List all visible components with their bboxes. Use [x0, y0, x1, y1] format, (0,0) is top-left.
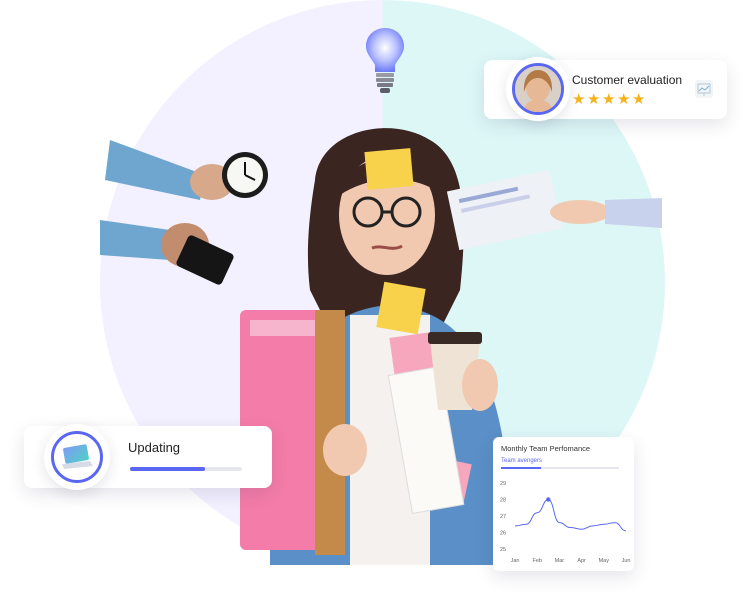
line-chart: 25 26 27 28 29 Jan Feb Mar Apr May Jun [500, 481, 631, 564]
avatar-ring [506, 57, 570, 121]
y-tick-label: 26 [500, 531, 506, 537]
star-icon: ★ [587, 91, 601, 108]
customer-evaluation-card: Customer evaluation ★ ★ ★ ★ ★ [484, 57, 727, 121]
y-tick-label: 28 [500, 498, 506, 504]
y-tick-label: 29 [500, 481, 506, 487]
hero-illustration: Customer evaluation ★ ★ ★ ★ ★ Updating M… [0, 0, 748, 596]
updating-title: Updating [128, 440, 181, 455]
highlight-point [546, 497, 551, 502]
progress-bar [130, 467, 242, 471]
x-tick-label: Mar [555, 558, 565, 564]
star-icon: ★ [602, 91, 616, 108]
y-tick-label: 25 [500, 547, 506, 553]
x-tick-label: Feb [532, 558, 541, 564]
series-line [514, 498, 627, 532]
lightbulb-icon [366, 28, 404, 93]
star-icon: ★ [617, 91, 631, 108]
x-tick-label: Jun [622, 558, 631, 564]
x-tick-label: Apr [577, 558, 586, 564]
customer-evaluation-title: Customer evaluation [572, 73, 683, 87]
x-tick-label: Jan [511, 558, 520, 564]
x-tick-label: May [599, 558, 610, 564]
star-icon: ★ [572, 91, 586, 108]
monthly-performance-card: Monthly Team Perfomance Team avengers 25… [493, 437, 634, 571]
customer-avatar [512, 63, 564, 115]
updating-card: Updating [24, 424, 272, 490]
progress-fill [130, 467, 206, 471]
star-rating: ★ ★ ★ ★ ★ [572, 91, 646, 108]
y-tick-label: 27 [500, 514, 506, 520]
laptop-icon [51, 431, 103, 483]
updating-icon-ring [44, 424, 110, 490]
star-icon: ★ [632, 91, 646, 108]
mini-chart-icon [695, 80, 713, 98]
